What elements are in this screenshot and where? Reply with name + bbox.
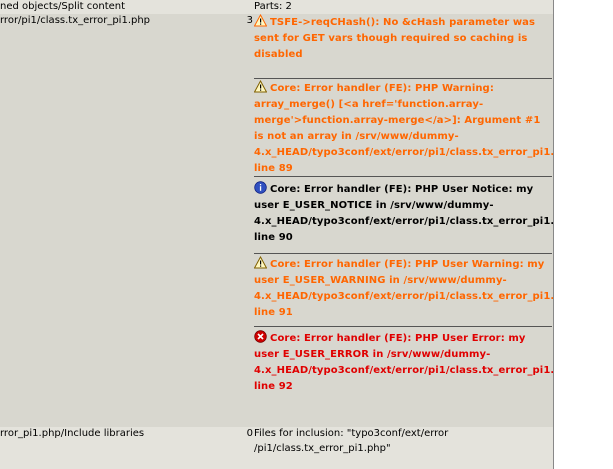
row-count: 3 [246, 15, 253, 26]
page-background [553, 0, 613, 469]
row-count: 0 [246, 428, 253, 439]
admin-panel-tt-track: ned objects/Split content Parts: 2 rror/… [0, 0, 553, 469]
message-text: Core: Error handler (FE): PHP User Notic… [254, 184, 553, 243]
message-text: Core: Error handler (FE): PHP User Warni… [254, 259, 553, 318]
row-path: rror_pi1.php/Include libraries [0, 428, 145, 439]
message-text: TSFE->reqCHash(): No &cHash parameter wa… [254, 17, 536, 60]
message-text: Core: Error handler (FE): PHP User Error… [254, 333, 553, 392]
log-message-warning: Core: Error handler (FE): PHP User Warni… [253, 255, 553, 321]
log-message-error: Core: Error handler (FE): PHP User Error… [254, 330, 553, 395]
row-value: Parts: 2 [254, 1, 292, 12]
info-circle-icon [254, 181, 267, 194]
message-text: Core: Error handler (FE): PHP Warning: a… [254, 83, 553, 174]
log-message-warning: Core: Error handler (FE): PHP Warning: a… [253, 79, 553, 177]
message-separator [254, 326, 552, 327]
warning-triangle-icon [253, 13, 268, 27]
message-separator [254, 78, 552, 79]
warning-triangle-icon [253, 79, 268, 93]
log-message-notice: Core: Error handler (FE): PHP User Notic… [254, 181, 553, 246]
message-separator [254, 176, 552, 177]
row-path: rror/pi1/class.tx_error_pi1.php [0, 15, 151, 26]
message-separator [254, 253, 552, 254]
warning-triangle-icon [253, 255, 268, 269]
row-path: ned objects/Split content [0, 1, 126, 12]
row-value: Files for inclusion: "typo3conf/ext/erro… [254, 428, 449, 439]
error-x-circle-icon [254, 330, 267, 343]
row-value-continued: /pi1/class.tx_error_pi1.php" [254, 443, 391, 454]
log-message-warning: TSFE->reqCHash(): No &cHash parameter wa… [253, 13, 552, 63]
